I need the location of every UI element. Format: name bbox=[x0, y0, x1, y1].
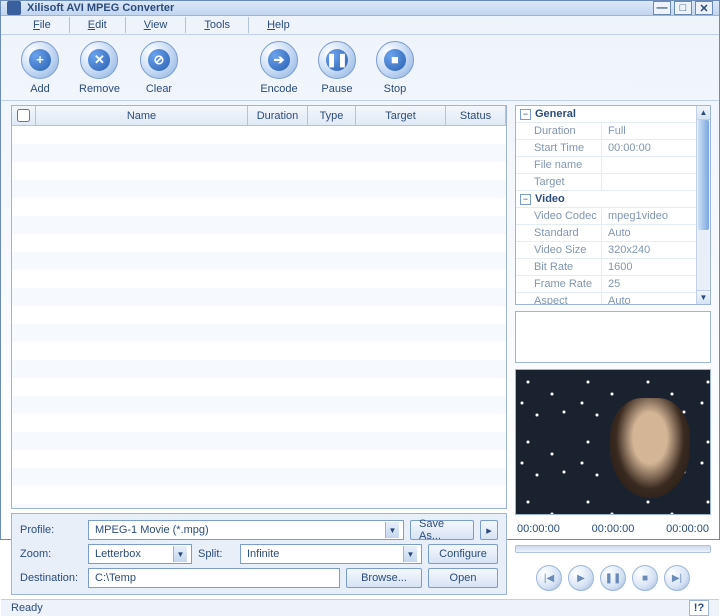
prop-row: Start Time00:00:00 bbox=[516, 140, 696, 157]
prev-button[interactable]: |◀ bbox=[536, 565, 562, 591]
maximize-button[interactable]: □ bbox=[674, 1, 692, 15]
collapse-icon[interactable]: − bbox=[520, 109, 531, 120]
col-check[interactable] bbox=[12, 106, 36, 125]
collapse-icon[interactable]: − bbox=[520, 194, 531, 205]
minimize-button[interactable]: — bbox=[653, 1, 671, 15]
menu-sep bbox=[248, 17, 249, 33]
prop-row: Bit Rate1600 bbox=[516, 259, 696, 276]
split-label: Split: bbox=[198, 548, 234, 560]
preview-pane[interactable] bbox=[515, 369, 711, 515]
timecodes: 00:00:00 00:00:00 00:00:00 bbox=[515, 521, 711, 537]
settings-panel: Profile: MPEG-1 Movie (*.mpg)▼ Save As..… bbox=[11, 513, 507, 595]
properties-panel: −General DurationFull Start Time00:00:00… bbox=[515, 105, 711, 305]
menu-bar: FFileile Edit View Tools Help bbox=[1, 16, 719, 35]
pause-playback-button[interactable]: ❚❚ bbox=[600, 565, 626, 591]
x-icon: ✕ bbox=[88, 49, 110, 71]
chevron-down-icon: ▼ bbox=[173, 546, 187, 562]
menu-sep bbox=[69, 17, 70, 33]
open-button[interactable]: Open bbox=[428, 568, 498, 588]
clear-button[interactable]: ⊘ Clear bbox=[140, 41, 178, 95]
menu-view[interactable]: View bbox=[132, 16, 180, 34]
menu-sep bbox=[185, 17, 186, 33]
add-button[interactable]: + Add bbox=[21, 41, 59, 95]
clear-icon: ⊘ bbox=[148, 49, 170, 71]
plus-icon: + bbox=[29, 49, 51, 71]
prop-row: File name bbox=[516, 157, 696, 174]
group-video[interactable]: −Video bbox=[516, 191, 696, 208]
encode-button[interactable]: ➔ Encode bbox=[260, 41, 298, 95]
select-all-checkbox[interactable] bbox=[17, 109, 30, 122]
time-total: 00:00:00 bbox=[666, 523, 709, 535]
save-as-button[interactable]: Save As... bbox=[410, 520, 474, 540]
prop-row: Frame Rate25 bbox=[516, 276, 696, 293]
props-scrollbar[interactable]: ▲ ▼ bbox=[696, 106, 710, 304]
help-button[interactable]: !? bbox=[689, 600, 709, 616]
stop-icon: ■ bbox=[384, 49, 406, 71]
time-position: 00:00:00 bbox=[592, 523, 635, 535]
playback-controls: |◀ ▶ ❚❚ ■ ▶| bbox=[515, 561, 711, 595]
table-header: Name Duration Type Target Status bbox=[12, 106, 506, 126]
encode-icon: ➔ bbox=[268, 49, 290, 71]
destination-label: Destination: bbox=[20, 572, 82, 584]
prop-row: DurationFull bbox=[516, 123, 696, 140]
scroll-up-icon[interactable]: ▲ bbox=[697, 106, 710, 120]
toolbar: + Add ✕ Remove ⊘ Clear ➔ Encode ❚❚ Pause… bbox=[1, 35, 719, 101]
pause-button[interactable]: ❚❚ Pause bbox=[318, 41, 356, 95]
title-bar: Xilisoft AVI MPEG Converter — □ ✕ bbox=[1, 1, 719, 16]
chevron-down-icon: ▼ bbox=[385, 522, 399, 538]
col-status[interactable]: Status bbox=[446, 106, 506, 125]
prop-row: StandardAuto bbox=[516, 225, 696, 242]
destination-input[interactable]: C:\Temp bbox=[88, 568, 340, 588]
preview-image-face bbox=[610, 398, 690, 498]
more-profile-button[interactable]: ▸ bbox=[480, 520, 498, 540]
seek-slider[interactable] bbox=[515, 545, 711, 553]
browse-button[interactable]: Browse... bbox=[346, 568, 422, 588]
time-elapsed: 00:00:00 bbox=[517, 523, 560, 535]
close-button[interactable]: ✕ bbox=[695, 1, 713, 15]
stop-button[interactable]: ■ Stop bbox=[376, 41, 414, 95]
app-icon bbox=[7, 1, 21, 15]
scroll-thumb[interactable] bbox=[698, 120, 709, 230]
col-duration[interactable]: Duration bbox=[248, 106, 308, 125]
table-body[interactable] bbox=[12, 126, 506, 508]
split-select[interactable]: Infinite▼ bbox=[240, 544, 422, 564]
configure-button[interactable]: Configure bbox=[428, 544, 498, 564]
stop-playback-button[interactable]: ■ bbox=[632, 565, 658, 591]
profile-label: Profile: bbox=[20, 524, 82, 536]
prop-row: Target bbox=[516, 174, 696, 191]
menu-sep bbox=[125, 17, 126, 33]
status-text: Ready bbox=[11, 602, 43, 614]
scroll-down-icon[interactable]: ▼ bbox=[697, 290, 710, 304]
prop-row: Video Codecmpeg1video bbox=[516, 208, 696, 225]
play-button[interactable]: ▶ bbox=[568, 565, 594, 591]
group-general[interactable]: −General bbox=[516, 106, 696, 123]
app-window: Xilisoft AVI MPEG Converter — □ ✕ FFilei… bbox=[0, 0, 720, 540]
next-button[interactable]: ▶| bbox=[664, 565, 690, 591]
window-title: Xilisoft AVI MPEG Converter bbox=[27, 2, 650, 14]
col-type[interactable]: Type bbox=[308, 106, 356, 125]
status-bar: Ready !? bbox=[1, 599, 719, 616]
pause-icon: ❚❚ bbox=[326, 49, 348, 71]
menu-edit[interactable]: Edit bbox=[76, 16, 119, 34]
property-description bbox=[515, 311, 711, 363]
menu-file[interactable]: FFileile bbox=[21, 16, 63, 34]
zoom-label: Zoom: bbox=[20, 548, 82, 560]
prop-row: AspectAuto bbox=[516, 293, 696, 304]
prop-row: Video Size320x240 bbox=[516, 242, 696, 259]
col-target[interactable]: Target bbox=[356, 106, 446, 125]
zoom-select[interactable]: Letterbox▼ bbox=[88, 544, 192, 564]
menu-tools[interactable]: Tools bbox=[192, 16, 242, 34]
menu-help[interactable]: Help bbox=[255, 16, 302, 34]
remove-button[interactable]: ✕ Remove bbox=[79, 41, 120, 95]
col-name[interactable]: Name bbox=[36, 106, 248, 125]
chevron-down-icon: ▼ bbox=[403, 546, 417, 562]
profile-select[interactable]: MPEG-1 Movie (*.mpg)▼ bbox=[88, 520, 404, 540]
file-table[interactable]: Name Duration Type Target Status bbox=[11, 105, 507, 509]
